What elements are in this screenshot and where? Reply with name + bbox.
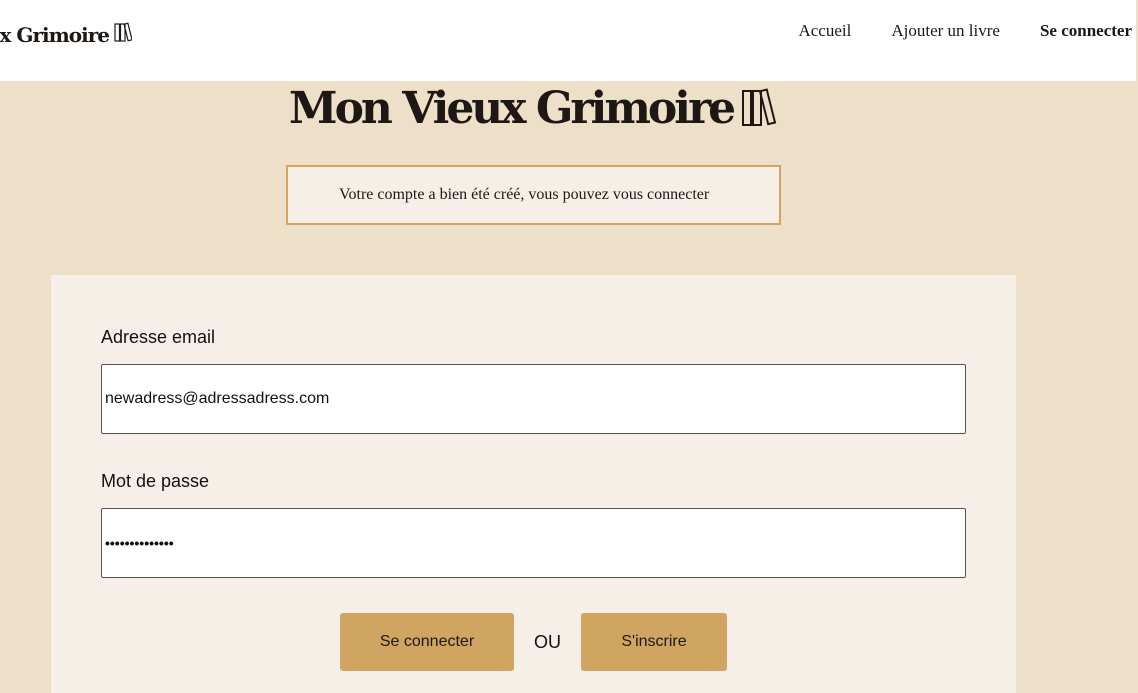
email-field[interactable]: newadress@adressadress.com [101,364,966,434]
email-field-value: newadress@adressadress.com [105,390,330,407]
books-icon [114,22,133,47]
or-separator: OU [534,631,561,652]
nav-link-se-connecter[interactable]: Se connecter [1040,21,1132,41]
password-label: Mot de passe [101,471,210,491]
success-notice-text: Votre compte a bien été créé, vous pouve… [339,186,710,203]
main-nav: Accueil Ajouter un livre Se connecter [798,21,1132,41]
page-title: Mon Vieux Grimoire [0,84,1066,134]
page-title-text: Mon Vieux Grimoire [288,83,736,134]
password-field-value: •••••••••••••• [105,535,174,551]
header-logo[interactable]: Mon Vieux Grimoire [0,22,140,52]
password-field[interactable]: •••••••••••••• [101,508,966,578]
login-form: Adresse email newadress@adressadress.com… [51,275,1016,693]
nav-link-accueil[interactable]: Accueil [798,21,851,41]
success-notice: Votre compte a bien été créé, vous pouve… [286,165,781,225]
form-actions: Se connecter OU S'inscrire [340,613,727,671]
books-icon [741,87,777,132]
signup-button[interactable]: S'inscrire [581,613,727,671]
login-button[interactable]: Se connecter [340,613,514,671]
top-navbar: Mon Vieux Grimoire Accueil Ajouter un li… [0,0,1136,81]
email-label: Adresse email [101,327,216,347]
nav-link-ajouter-livre[interactable]: Ajouter un livre [891,21,1000,41]
logo-text: Mon Vieux Grimoire [0,22,110,47]
